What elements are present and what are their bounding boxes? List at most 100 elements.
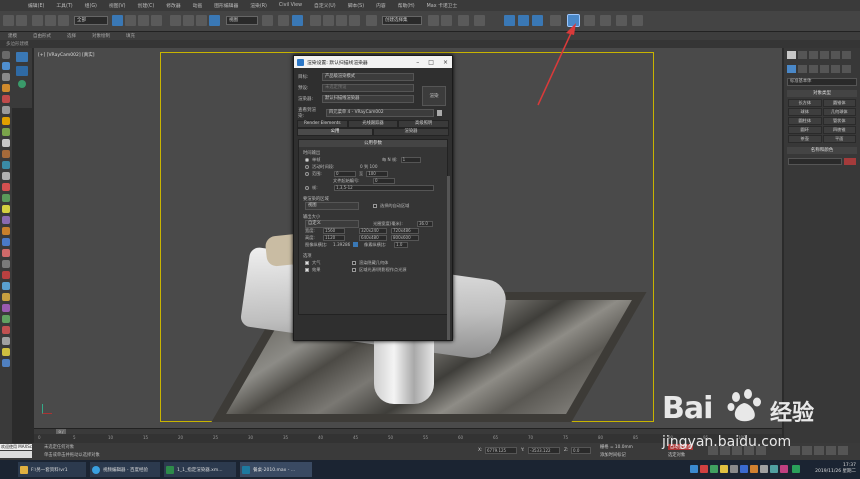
rect-selection-icon[interactable]	[138, 15, 149, 26]
bind-spacewarp-icon[interactable]	[58, 15, 69, 26]
utility-icon[interactable]	[2, 282, 10, 290]
link-icon[interactable]	[32, 15, 43, 26]
rotate-icon[interactable]	[183, 15, 194, 26]
camera-icon[interactable]	[2, 106, 10, 114]
lock-icon[interactable]	[437, 109, 442, 116]
modify-tab-icon[interactable]	[798, 51, 807, 59]
aspect-lock-icon[interactable]	[353, 242, 358, 247]
atmospherics-checkbox[interactable]	[305, 260, 309, 265]
object-name-field[interactable]	[788, 158, 842, 165]
reference-coord-select[interactable]: 视图	[226, 16, 258, 25]
preset-size-720x486[interactable]: 720x486	[391, 227, 419, 234]
maxscript-listener[interactable]	[0, 451, 32, 458]
create-icon[interactable]	[2, 337, 10, 345]
scene-explorer-icon[interactable]	[2, 51, 10, 59]
view-to-render-select[interactable]: 四元菜单 4 - VRayCam002	[326, 108, 434, 117]
curve-editor-icon[interactable]	[504, 15, 515, 26]
ribbon-tab-modeling[interactable]: 建模	[8, 33, 17, 39]
preset-size-800x600[interactable]: 800x600	[391, 234, 419, 241]
area-lights-checkbox[interactable]	[352, 267, 356, 272]
add-time-tag[interactable]: 添加时间标记	[600, 452, 626, 458]
tab-advanced-lighting[interactable]: 高级照明	[398, 120, 449, 128]
particle-icon[interactable]	[2, 249, 10, 257]
preset-select[interactable]: 未选定预设	[322, 83, 414, 92]
dialog-scrollbar[interactable]	[447, 176, 450, 340]
tray-icon[interactable]	[760, 465, 768, 473]
frames-field[interactable]: 1,3,5-12	[334, 184, 434, 191]
create-tab-icon[interactable]	[787, 51, 796, 59]
layer-explorer-icon[interactable]	[458, 15, 469, 26]
taskbar-item-3dsmax[interactable]: 餐桌-2010.max - ...	[240, 462, 312, 477]
pivot-center-icon[interactable]	[262, 15, 273, 26]
snap-3d-icon[interactable]	[310, 15, 321, 26]
menu-modifiers[interactable]: 修改器	[166, 2, 180, 9]
tray-icon[interactable]	[730, 465, 738, 473]
minimize-icon[interactable]: –	[416, 59, 419, 66]
height-field[interactable]: 1120	[323, 234, 345, 241]
teapot-icon[interactable]	[2, 205, 10, 213]
align-icon[interactable]	[441, 15, 452, 26]
pyramid-icon[interactable]	[2, 216, 10, 224]
dialog-titlebar[interactable]: 渲染设置: 默认扫描线渲染器 – □ ×	[294, 56, 452, 68]
tray-icon[interactable]	[720, 465, 728, 473]
display-icon[interactable]	[2, 315, 10, 323]
cameras-cat-icon[interactable]	[820, 65, 829, 73]
cone-icon[interactable]	[2, 172, 10, 180]
lights-cat-icon[interactable]	[809, 65, 818, 73]
modify-icon[interactable]	[2, 326, 10, 334]
tab-raytracer[interactable]: 光线跟踪器	[347, 120, 399, 128]
plane-icon[interactable]	[2, 194, 10, 202]
helpers-cat-icon[interactable]	[831, 65, 840, 73]
render-iterative-icon[interactable]	[616, 15, 627, 26]
ribbon-tab-object-paint[interactable]: 对象绘制	[92, 33, 110, 39]
display-tab-icon[interactable]	[831, 51, 840, 59]
range-from-field[interactable]: 0	[334, 170, 356, 177]
rendered-frame-window-icon[interactable]	[584, 15, 595, 26]
shape-icon[interactable]	[2, 128, 10, 136]
menu-group[interactable]: 组(G)	[85, 2, 97, 9]
maxscript-welcome[interactable]: 欢迎使用 MAXSc	[0, 444, 32, 450]
pixel-aspect-field[interactable]: 1.0	[394, 241, 408, 248]
preset-size-320x240[interactable]: 320x240	[359, 227, 387, 234]
move-icon[interactable]	[170, 15, 181, 26]
every-n-field[interactable]: 1	[400, 156, 421, 163]
max-logo-icon[interactable]	[16, 52, 28, 62]
material-browser-icon[interactable]	[550, 15, 561, 26]
helper-icon[interactable]	[2, 117, 10, 125]
tray-icon[interactable]	[780, 465, 788, 473]
window-crossing-icon[interactable]	[151, 15, 162, 26]
menu-edit[interactable]: 编辑(E)	[28, 2, 44, 9]
output-size-select[interactable]: 自定义	[305, 219, 359, 228]
geometry-cat-icon[interactable]	[787, 65, 796, 73]
utilities-tab-icon[interactable]	[842, 51, 851, 59]
menu-animation[interactable]: 动画	[193, 2, 203, 9]
tube-icon[interactable]	[2, 227, 10, 235]
box-icon[interactable]	[2, 150, 10, 158]
range-to-field[interactable]: 100	[366, 170, 389, 177]
frames-radio[interactable]	[305, 185, 309, 190]
maximize-icon[interactable]: □	[428, 59, 434, 66]
viewport-label[interactable]: [+] [VRayCam002] [真实]	[38, 52, 95, 58]
object-color-swatch[interactable]	[844, 158, 856, 165]
tray-icon[interactable]	[740, 465, 748, 473]
z-coordinate[interactable]: 0.0	[571, 447, 591, 454]
tab-renderer[interactable]: 渲染器	[373, 128, 449, 136]
select-tool-icon[interactable]	[2, 62, 10, 70]
shapes-cat-icon[interactable]	[798, 65, 807, 73]
keyboard-shortcut-icon[interactable]	[292, 15, 303, 26]
space-warp-icon[interactable]	[2, 260, 10, 268]
preset-size-640x480[interactable]: 640x480	[359, 234, 387, 241]
hierarchy-icon[interactable]	[2, 293, 10, 301]
patch-icon[interactable]	[2, 359, 10, 367]
menu-civil-view[interactable]: Civil View	[279, 3, 302, 8]
toggle-ribbon-icon[interactable]	[474, 15, 485, 26]
teapot-button[interactable]: 茶壶	[788, 135, 822, 143]
selection-filter[interactable]: 全部	[74, 16, 108, 25]
tray-icon[interactable]	[770, 465, 778, 473]
material-editor-icon[interactable]	[532, 15, 543, 26]
taskbar-item-excel[interactable]: 1_1_指定渲染器.xm...	[164, 462, 236, 477]
percent-snap-icon[interactable]	[336, 15, 347, 26]
object-type-header[interactable]: 对象类型	[787, 90, 857, 97]
effects-checkbox[interactable]	[305, 267, 309, 272]
geometry-icon[interactable]	[2, 95, 10, 103]
